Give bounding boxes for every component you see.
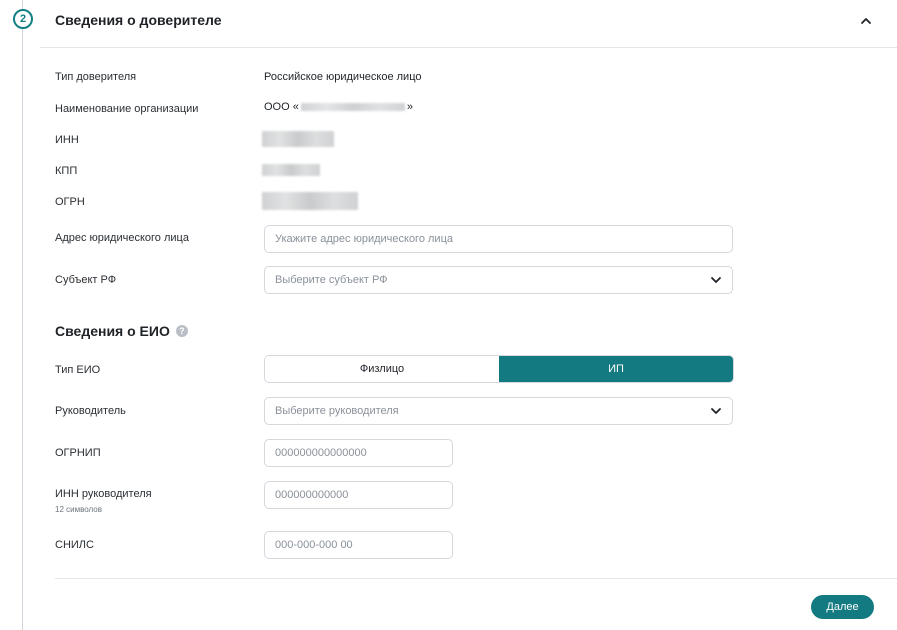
chevron-up-icon — [861, 18, 871, 24]
eio-type-option-individual[interactable]: Физлицо — [265, 356, 499, 382]
manager-label: Руководитель — [55, 405, 126, 417]
org-name-suffix: » — [406, 101, 413, 113]
org-name-label: Наименование организации — [55, 103, 199, 115]
snils-label: СНИЛС — [55, 539, 94, 551]
address-input[interactable]: Укажите адрес юридического лица — [264, 225, 733, 253]
footer-divider — [55, 578, 897, 579]
ogrnip-input[interactable]: 000000000000000 — [264, 439, 453, 467]
help-circle-icon[interactable]: ? — [175, 325, 188, 337]
ogrn-label: ОГРН — [55, 196, 85, 208]
region-label: Субъект РФ — [55, 274, 117, 286]
region-select-placeholder: Выберите субъект РФ — [275, 274, 388, 286]
principal-type-label: Тип доверителя — [55, 71, 137, 83]
manager-inn-input[interactable]: 000000000000 — [264, 481, 453, 509]
kpp-value-redacted — [262, 164, 320, 176]
inn-label: ИНН — [55, 134, 79, 146]
step-number-badge: 2 — [13, 9, 33, 29]
eio-type-option-ip[interactable]: ИП — [499, 356, 733, 382]
next-button[interactable]: Далее — [811, 595, 874, 619]
principal-type-value: Российское юридическое лицо — [264, 71, 422, 83]
manager-select-placeholder: Выберите руководителя — [275, 405, 399, 417]
inn-value-redacted — [262, 131, 334, 147]
region-select[interactable]: Выберите субъект РФ — [264, 266, 733, 294]
manager-inn-label: ИНН руководителя — [55, 488, 152, 500]
manager-select[interactable]: Выберите руководителя — [264, 397, 733, 425]
org-name-value: ООО « » — [264, 101, 413, 113]
eio-section-title: Сведения о ЕИО ? — [55, 323, 188, 339]
chevron-down-icon — [710, 274, 722, 286]
ogrnip-label: ОГРНИП — [55, 447, 101, 459]
manager-inn-hint: 12 символов — [55, 505, 102, 514]
stepper-rail — [22, 0, 23, 630]
header-divider — [40, 47, 897, 48]
org-name-redacted — [300, 103, 405, 112]
section-title: Сведения о доверителе — [55, 12, 222, 28]
kpp-label: КПП — [55, 165, 78, 177]
ogrn-value-redacted — [262, 192, 358, 210]
chevron-down-icon — [710, 405, 722, 417]
eio-title-text: Сведения о ЕИО — [55, 323, 170, 339]
org-name-prefix: ООО « — [264, 101, 299, 113]
address-label: Адрес юридического лица — [55, 232, 189, 244]
eio-type-toggle: Физлицо ИП — [264, 355, 734, 383]
eio-type-label: Тип ЕИО — [55, 364, 101, 376]
snils-input[interactable]: 000-000-000 00 — [264, 531, 453, 559]
collapse-button[interactable] — [856, 12, 876, 30]
